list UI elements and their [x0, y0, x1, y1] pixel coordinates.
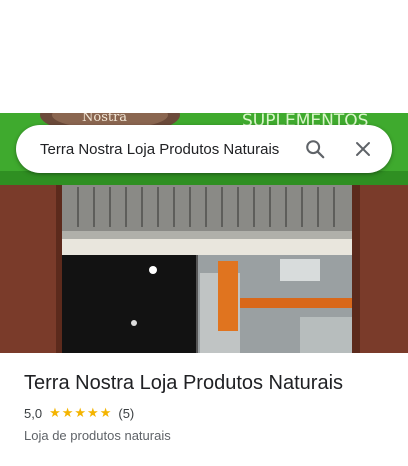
place-info: Terra Nostra Loja Produtos Naturais 5,0 …	[24, 370, 394, 445]
star-icon: ★	[49, 405, 61, 421]
close-icon[interactable]	[350, 136, 376, 162]
rating-value: 5,0	[24, 405, 43, 421]
star-rating: ★ ★ ★ ★ ★	[49, 407, 112, 420]
place-page: Nostra SUPLEMENTOS Terra Nostra Loja Pro…	[0, 0, 408, 466]
star-icon: ★	[74, 405, 87, 421]
star-icon: ★	[99, 405, 112, 421]
place-category: Loja de produtos naturais	[24, 428, 171, 443]
star-icon: ★	[61, 405, 74, 421]
star-icon: ★	[87, 405, 99, 421]
place-title[interactable]: Terra Nostra Loja Produtos Naturais	[24, 370, 394, 396]
search-icon[interactable]	[302, 136, 328, 162]
rating-row[interactable]: 5,0 ★ ★ ★ ★ ★ (5)	[24, 404, 394, 422]
sign-text-left: Nostra	[82, 113, 127, 125]
search-input[interactable]: Terra Nostra Loja Produtos Naturais	[40, 141, 302, 158]
review-count[interactable]: (5)	[118, 406, 134, 421]
search-bar[interactable]: Terra Nostra Loja Produtos Naturais	[16, 125, 392, 173]
